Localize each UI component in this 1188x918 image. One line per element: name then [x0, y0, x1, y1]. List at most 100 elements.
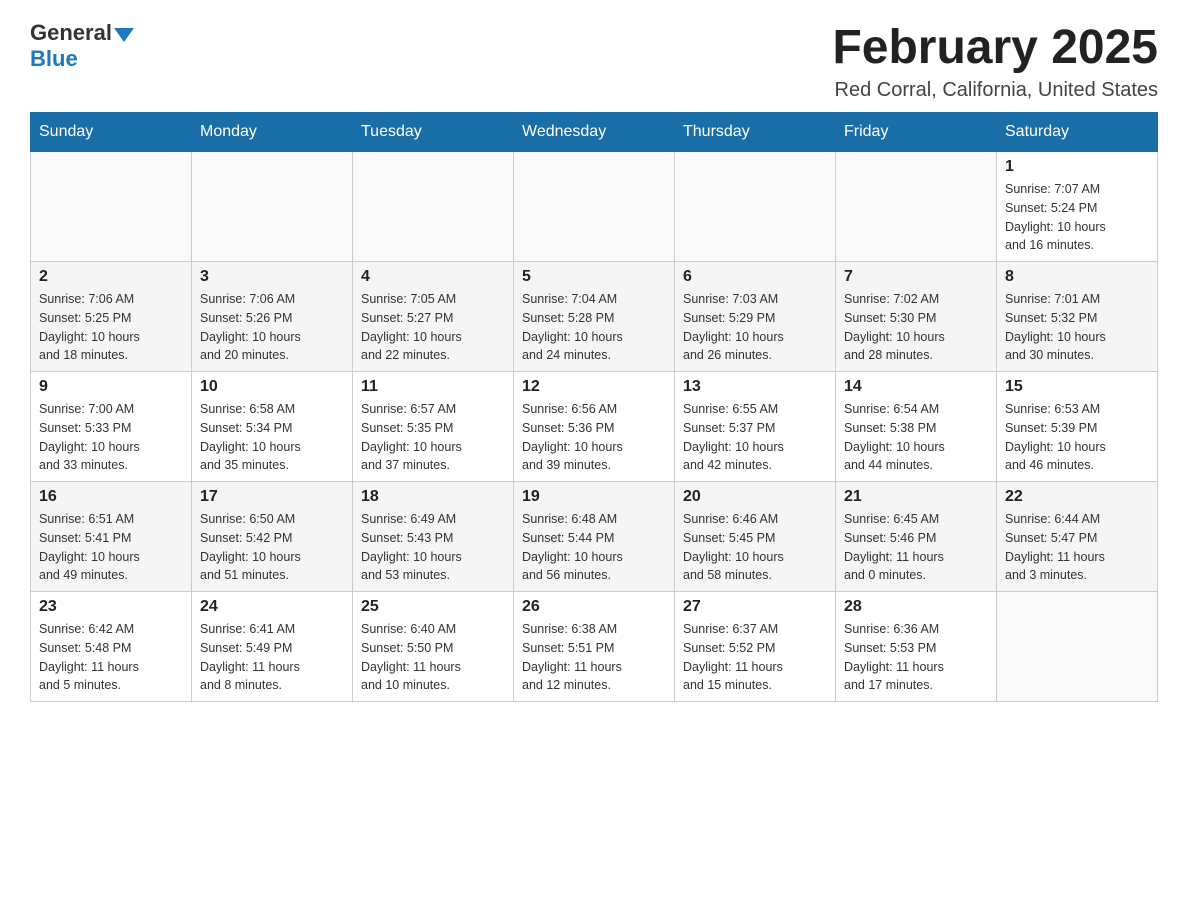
day-number: 14: [844, 378, 988, 396]
day-number: 21: [844, 488, 988, 506]
calendar-cell: 19 Sunrise: 6:48 AMSunset: 5:44 PMDayligh…: [514, 482, 675, 592]
calendar-cell: 28 Sunrise: 6:36 AMSunset: 5:53 PMDayligh…: [836, 592, 997, 702]
day-info: Sunrise: 6:36 AMSunset: 5:53 PMDaylight:…: [844, 620, 988, 695]
calendar-cell: [675, 152, 836, 262]
calendar-cell: 21 Sunrise: 6:45 AMSunset: 5:46 PMDayligh…: [836, 482, 997, 592]
weekday-header-sunday: Sunday: [31, 113, 192, 152]
weekday-header-thursday: Thursday: [675, 113, 836, 152]
day-number: 20: [683, 488, 827, 506]
calendar-week-row: 23 Sunrise: 6:42 AMSunset: 5:48 PMDayligh…: [31, 592, 1158, 702]
calendar-cell: 3 Sunrise: 7:06 AMSunset: 5:26 PMDaylight…: [192, 262, 353, 372]
day-number: 13: [683, 378, 827, 396]
day-info: Sunrise: 6:42 AMSunset: 5:48 PMDaylight:…: [39, 620, 183, 695]
day-number: 16: [39, 488, 183, 506]
day-info: Sunrise: 7:06 AMSunset: 5:26 PMDaylight:…: [200, 290, 344, 365]
day-number: 11: [361, 378, 505, 396]
calendar-cell: [836, 152, 997, 262]
day-number: 28: [844, 598, 988, 616]
calendar-cell: 5Sunrise: 7:04 AMSunset: 5:28 PMDaylight…: [514, 262, 675, 372]
calendar-cell: 25 Sunrise: 6:40 AMSunset: 5:50 PMDayligh…: [353, 592, 514, 702]
calendar-cell: 20 Sunrise: 6:46 AMSunset: 5:45 PMDayligh…: [675, 482, 836, 592]
day-info: Sunrise: 6:46 AMSunset: 5:45 PMDaylight:…: [683, 510, 827, 585]
weekday-header-tuesday: Tuesday: [353, 113, 514, 152]
day-number: 7: [844, 268, 988, 286]
day-info: Sunrise: 7:02 AMSunset: 5:30 PMDaylight:…: [844, 290, 988, 365]
calendar-cell: 23 Sunrise: 6:42 AMSunset: 5:48 PMDayligh…: [31, 592, 192, 702]
calendar-cell: 17 Sunrise: 6:50 AMSunset: 5:42 PMDayligh…: [192, 482, 353, 592]
day-number: 8: [1005, 268, 1149, 286]
calendar-cell: 10Sunrise: 6:58 AMSunset: 5:34 PMDayligh…: [192, 372, 353, 482]
calendar-cell: 22 Sunrise: 6:44 AMSunset: 5:47 PMDayligh…: [997, 482, 1158, 592]
calendar-cell: 14 Sunrise: 6:54 AMSunset: 5:38 PMDayligh…: [836, 372, 997, 482]
location-subtitle: Red Corral, California, United States: [832, 79, 1158, 102]
day-info: Sunrise: 6:51 AMSunset: 5:41 PMDaylight:…: [39, 510, 183, 585]
calendar-cell: [997, 592, 1158, 702]
day-info: Sunrise: 7:05 AMSunset: 5:27 PMDaylight:…: [361, 290, 505, 365]
calendar-cell: 16 Sunrise: 6:51 AMSunset: 5:41 PMDayligh…: [31, 482, 192, 592]
calendar-cell: [514, 152, 675, 262]
day-number: 22: [1005, 488, 1149, 506]
day-info: Sunrise: 6:37 AMSunset: 5:52 PMDaylight:…: [683, 620, 827, 695]
calendar-cell: 18 Sunrise: 6:49 AMSunset: 5:43 PMDayligh…: [353, 482, 514, 592]
calendar-cell: 24Sunrise: 6:41 AMSunset: 5:49 PMDayligh…: [192, 592, 353, 702]
day-number: 23: [39, 598, 183, 616]
day-info: Sunrise: 6:49 AMSunset: 5:43 PMDaylight:…: [361, 510, 505, 585]
calendar-header-row: SundayMondayTuesdayWednesdayThursdayFrid…: [31, 113, 1158, 152]
day-info: Sunrise: 6:45 AMSunset: 5:46 PMDaylight:…: [844, 510, 988, 585]
day-info: Sunrise: 6:55 AMSunset: 5:37 PMDaylight:…: [683, 400, 827, 475]
logo-arrow-icon: [114, 28, 134, 42]
day-info: Sunrise: 7:01 AMSunset: 5:32 PMDaylight:…: [1005, 290, 1149, 365]
day-info: Sunrise: 6:58 AMSunset: 5:34 PMDaylight:…: [200, 400, 344, 475]
day-number: 3: [200, 268, 344, 286]
calendar-cell: 1Sunrise: 7:07 AMSunset: 5:24 PMDaylight…: [997, 152, 1158, 262]
day-number: 2: [39, 268, 183, 286]
calendar-week-row: 16 Sunrise: 6:51 AMSunset: 5:41 PMDayligh…: [31, 482, 1158, 592]
day-number: 15: [1005, 378, 1149, 396]
day-info: Sunrise: 6:48 AMSunset: 5:44 PMDaylight:…: [522, 510, 666, 585]
calendar-cell: 4Sunrise: 7:05 AMSunset: 5:27 PMDaylight…: [353, 262, 514, 372]
day-number: 5: [522, 268, 666, 286]
day-info: Sunrise: 7:06 AMSunset: 5:25 PMDaylight:…: [39, 290, 183, 365]
day-info: Sunrise: 6:38 AMSunset: 5:51 PMDaylight:…: [522, 620, 666, 695]
weekday-header-saturday: Saturday: [997, 113, 1158, 152]
calendar-cell: 2 Sunrise: 7:06 AMSunset: 5:25 PMDaylight…: [31, 262, 192, 372]
calendar-table: SundayMondayTuesdayWednesdayThursdayFrid…: [30, 112, 1158, 702]
logo-general-text: General: [30, 20, 112, 46]
calendar-cell: 15 Sunrise: 6:53 AMSunset: 5:39 PMDayligh…: [997, 372, 1158, 482]
day-number: 18: [361, 488, 505, 506]
calendar-cell: 13 Sunrise: 6:55 AMSunset: 5:37 PMDayligh…: [675, 372, 836, 482]
day-info: Sunrise: 6:44 AMSunset: 5:47 PMDaylight:…: [1005, 510, 1149, 585]
calendar-week-row: 2 Sunrise: 7:06 AMSunset: 5:25 PMDaylight…: [31, 262, 1158, 372]
calendar-cell: 7 Sunrise: 7:02 AMSunset: 5:30 PMDaylight…: [836, 262, 997, 372]
day-info: Sunrise: 7:07 AMSunset: 5:24 PMDaylight:…: [1005, 180, 1149, 255]
day-number: 27: [683, 598, 827, 616]
day-info: Sunrise: 6:54 AMSunset: 5:38 PMDaylight:…: [844, 400, 988, 475]
day-info: Sunrise: 6:40 AMSunset: 5:50 PMDaylight:…: [361, 620, 505, 695]
day-info: Sunrise: 6:53 AMSunset: 5:39 PMDaylight:…: [1005, 400, 1149, 475]
calendar-cell: 6 Sunrise: 7:03 AMSunset: 5:29 PMDaylight…: [675, 262, 836, 372]
calendar-week-row: 9Sunrise: 7:00 AMSunset: 5:33 PMDaylight…: [31, 372, 1158, 482]
calendar-cell: [353, 152, 514, 262]
logo: General Blue: [30, 20, 134, 72]
calendar-cell: [31, 152, 192, 262]
weekday-header-wednesday: Wednesday: [514, 113, 675, 152]
weekday-header-friday: Friday: [836, 113, 997, 152]
day-number: 9: [39, 378, 183, 396]
calendar-cell: 26 Sunrise: 6:38 AMSunset: 5:51 PMDayligh…: [514, 592, 675, 702]
day-info: Sunrise: 6:50 AMSunset: 5:42 PMDaylight:…: [200, 510, 344, 585]
day-info: Sunrise: 6:56 AMSunset: 5:36 PMDaylight:…: [522, 400, 666, 475]
day-number: 17: [200, 488, 344, 506]
logo-blue-text: Blue: [30, 46, 78, 72]
weekday-header-monday: Monday: [192, 113, 353, 152]
day-number: 26: [522, 598, 666, 616]
day-number: 12: [522, 378, 666, 396]
calendar-cell: 12 Sunrise: 6:56 AMSunset: 5:36 PMDayligh…: [514, 372, 675, 482]
day-info: Sunrise: 7:03 AMSunset: 5:29 PMDaylight:…: [683, 290, 827, 365]
calendar-cell: 27 Sunrise: 6:37 AMSunset: 5:52 PMDayligh…: [675, 592, 836, 702]
calendar-cell: 8 Sunrise: 7:01 AMSunset: 5:32 PMDaylight…: [997, 262, 1158, 372]
day-number: 24: [200, 598, 344, 616]
day-number: 6: [683, 268, 827, 286]
day-number: 19: [522, 488, 666, 506]
day-number: 25: [361, 598, 505, 616]
day-info: Sunrise: 6:57 AMSunset: 5:35 PMDaylight:…: [361, 400, 505, 475]
